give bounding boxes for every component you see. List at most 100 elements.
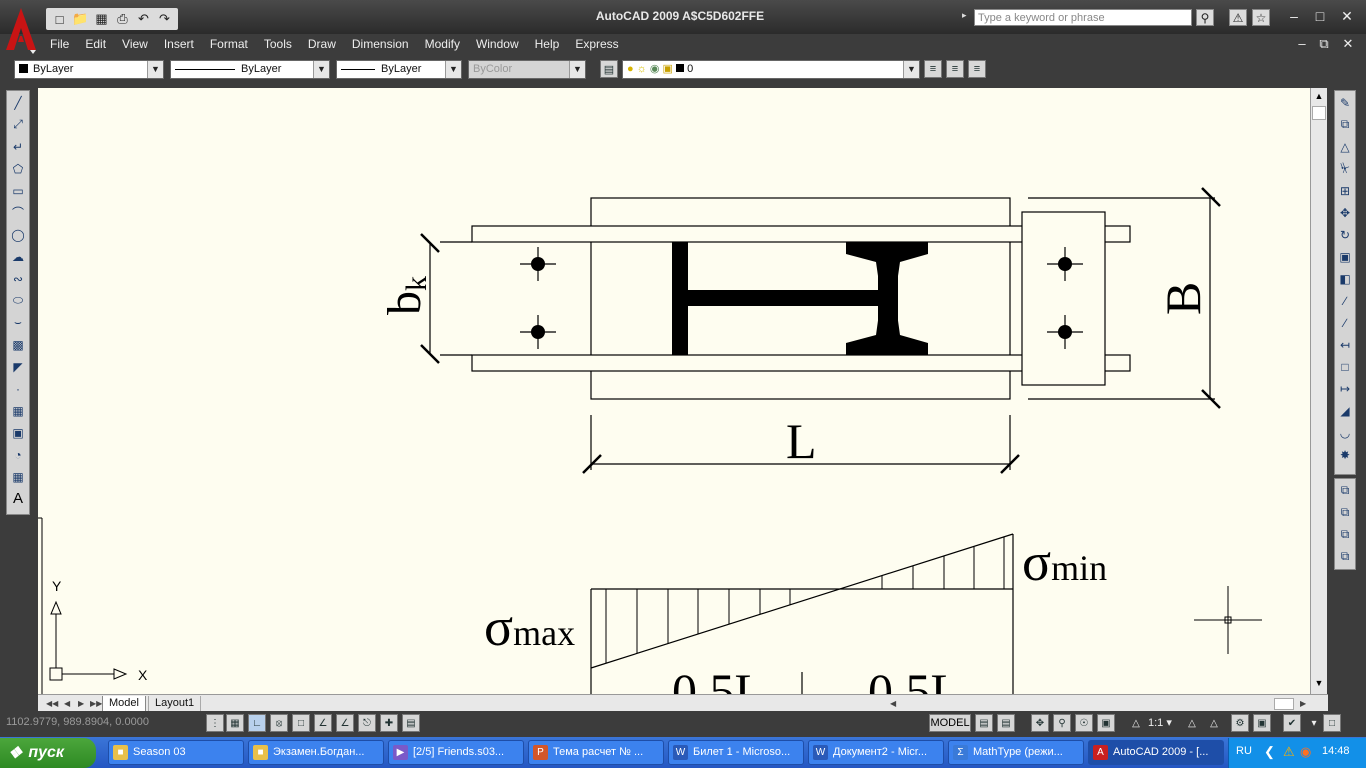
annotation-scale-value[interactable]: 1:1 ▾ (1148, 716, 1172, 729)
array-icon[interactable]: ⊞ (1335, 180, 1355, 201)
make-block-icon[interactable]: ◤ (8, 356, 28, 377)
chevron-down-icon[interactable]: ▼ (313, 61, 329, 78)
search-input[interactable]: Type a keyword or phrase (974, 9, 1192, 26)
menu-view[interactable]: View (114, 34, 156, 54)
menu-format[interactable]: Format (202, 34, 256, 54)
clock[interactable]: 14:48 (1322, 745, 1350, 757)
send-under-icon[interactable]: ⧉ (1335, 546, 1355, 567)
showmotion-icon[interactable]: ▣ (1097, 714, 1115, 732)
linetype-combo[interactable]: ByLayer ▼ (170, 60, 330, 79)
arc-icon[interactable]: ⌒ (8, 202, 28, 223)
gradient-icon[interactable]: ▣ (8, 422, 28, 443)
tab-model[interactable]: Model (102, 696, 146, 712)
doc-close-button[interactable]: ✕ (1336, 36, 1360, 52)
annotation-visibility-icon[interactable]: △ (1183, 714, 1201, 732)
table-icon[interactable]: ▦ (8, 466, 28, 487)
object-snap-tracking-icon[interactable]: ∠ (314, 714, 332, 732)
polyline-icon[interactable]: ↵ (8, 136, 28, 157)
chevron-down-icon[interactable]: ▼ (903, 61, 919, 78)
menu-edit[interactable]: Edit (77, 34, 114, 54)
insert-block-icon[interactable]: ▩ (8, 334, 28, 355)
line-icon[interactable]: ╱ (8, 92, 28, 113)
rotate-icon[interactable]: ↻ (1335, 224, 1355, 245)
layer-states-icon[interactable]: ≡ (968, 60, 986, 78)
search-icon[interactable]: ⚲ (1196, 9, 1214, 26)
menu-file[interactable]: File (42, 34, 77, 54)
scroll-down-icon[interactable]: ▼ (1312, 676, 1326, 690)
chevron-down-icon[interactable]: ▼ (147, 61, 163, 78)
tray-network-icon[interactable]: ⚠ (1283, 744, 1295, 760)
fillet-icon[interactable]: ◡ (1335, 422, 1355, 443)
quick-properties-icon[interactable]: ▤ (402, 714, 420, 732)
hscroll-left-icon[interactable]: ◀ (884, 696, 902, 711)
region-icon[interactable]: ◔ (8, 444, 28, 465)
stretch-icon[interactable]: ◧ (1335, 268, 1355, 289)
mirror-icon[interactable]: △ (1335, 136, 1355, 157)
layer-combo[interactable]: ● ☼ ◉ ▣ 0 ▼ (622, 60, 920, 79)
vertical-scrollbar[interactable]: ▲ ▼ (1310, 88, 1327, 694)
menu-tools[interactable]: Tools (256, 34, 300, 54)
scroll-thumb[interactable] (1312, 106, 1326, 120)
construction-line-icon[interactable]: ⤢ (8, 114, 28, 135)
quick-view-layouts-icon[interactable]: ▤ (975, 714, 993, 732)
language-indicator[interactable]: RU (1236, 745, 1252, 757)
doc-restore-button[interactable]: ⧉ (1312, 36, 1336, 52)
communication-center-icon[interactable]: ⚠ (1229, 9, 1247, 26)
taskbar-item[interactable]: Σ MathType (режи... (948, 740, 1084, 765)
menu-modify[interactable]: Modify (417, 34, 468, 54)
dynamic-ucs-icon[interactable]: ∠ (336, 714, 354, 732)
doc-minimize-button[interactable]: – (1290, 36, 1314, 51)
zoom-icon[interactable]: ⚲ (1053, 714, 1071, 732)
favorites-star-icon[interactable]: ☆ (1252, 9, 1270, 26)
annotation-scale-icon[interactable]: △ (1127, 714, 1145, 732)
print-icon[interactable]: ⎙ (113, 10, 132, 28)
toolbar-lock-icon[interactable]: ▣ (1253, 714, 1271, 732)
ellipse-arc-icon[interactable]: ⌣ (8, 312, 28, 333)
menu-insert[interactable]: Insert (156, 34, 202, 54)
ortho-mode-icon[interactable]: ∟ (248, 714, 266, 732)
spline-icon[interactable]: ∾ (8, 268, 28, 289)
move-icon[interactable]: ✥ (1335, 202, 1355, 223)
scale-icon[interactable]: ▣ (1335, 246, 1355, 267)
rectangle-icon[interactable]: ▭ (8, 180, 28, 201)
taskbar-item[interactable]: ■ Экзамен.Богдан... (248, 740, 384, 765)
hscroll-thumb[interactable] (1274, 698, 1294, 710)
circle-icon[interactable]: ◯ (8, 224, 28, 245)
tray-back-icon[interactable]: ❮ (1264, 744, 1275, 760)
join-icon[interactable]: ↦ (1335, 378, 1355, 399)
lineweight-combo[interactable]: ByLayer ▼ (336, 60, 462, 79)
maximize-button[interactable]: □ (1309, 8, 1331, 24)
status-menu-chevron-icon[interactable]: ▾ (1305, 714, 1323, 732)
layer-properties-icon[interactable]: ▤ (600, 60, 618, 78)
autocad-logo-icon[interactable] (4, 6, 38, 54)
new-file-icon[interactable]: □ (50, 10, 69, 28)
steering-wheel-icon[interactable]: ☉ (1075, 714, 1093, 732)
menu-dimension[interactable]: Dimension (344, 34, 417, 54)
hatch-icon[interactable]: ▦ (8, 400, 28, 421)
ellipse-icon[interactable]: ⬭ (8, 290, 28, 311)
layer-previous-icon[interactable]: ≡ (946, 60, 964, 78)
taskbar-item[interactable]: P Тема расчет № ... (528, 740, 664, 765)
chamfer-icon[interactable]: ◢ (1335, 400, 1355, 421)
taskbar-item[interactable]: ■ Season 03 (108, 740, 244, 765)
undo-icon[interactable]: ↶ (134, 10, 153, 28)
make-current-layer-icon[interactable]: ≡ (924, 60, 942, 78)
pan-icon[interactable]: ✥ (1031, 714, 1049, 732)
send-to-back-icon[interactable]: ⧉ (1335, 502, 1355, 523)
snap-mode-icon[interactable]: ⋮ (206, 714, 224, 732)
lineweight-display-icon[interactable]: ✚ (380, 714, 398, 732)
revision-cloud-icon[interactable]: ☁ (8, 246, 28, 267)
start-button[interactable]: ❖ пуск (0, 738, 96, 768)
bring-to-front-icon[interactable]: ⧉ (1335, 480, 1355, 501)
menu-express[interactable]: Express (567, 34, 626, 54)
close-button[interactable]: ✕ (1336, 8, 1358, 25)
color-combo[interactable]: ByLayer ▼ (14, 60, 164, 79)
tab-layout1[interactable]: Layout1 (148, 696, 202, 712)
hscroll-right-icon[interactable]: ▶ (1294, 696, 1312, 711)
open-folder-icon[interactable]: 📁 (71, 10, 90, 28)
quick-view-drawings-icon[interactable]: ▤ (997, 714, 1015, 732)
copy-icon[interactable]: ⧉ (1335, 114, 1355, 135)
break-at-point-icon[interactable]: ↤ (1335, 334, 1355, 355)
offset-icon[interactable]: ⏧ (1335, 158, 1355, 179)
explode-icon[interactable]: ✸ (1335, 444, 1355, 465)
